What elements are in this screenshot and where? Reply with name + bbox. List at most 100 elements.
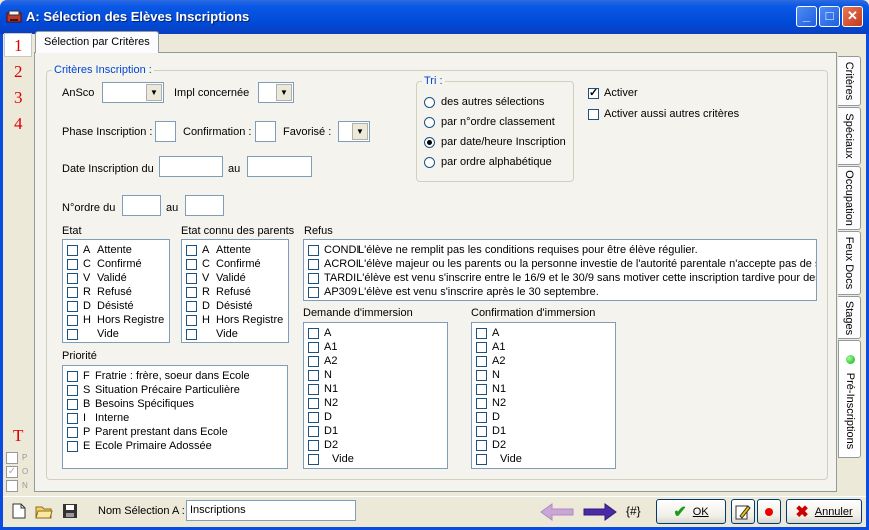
- list-item[interactable]: D1: [472, 424, 615, 438]
- chevron-down-icon[interactable]: ▼: [276, 84, 292, 101]
- list-item[interactable]: V Validé: [63, 271, 169, 285]
- list-item[interactable]: N1: [472, 382, 615, 396]
- etat-parents-list[interactable]: A Attente C Confirmé V Validé R Refusé D Désisté H…: [181, 239, 289, 343]
- checkbox[interactable]: [308, 411, 319, 423]
- tri-option-2[interactable]: par date/heure Inscription: [424, 136, 566, 148]
- checkbox[interactable]: [67, 384, 78, 396]
- o-checkbox[interactable]: ✓: [6, 466, 18, 478]
- list-item[interactable]: P Parent prestant dans Ecole: [63, 425, 287, 439]
- checkbox[interactable]: [476, 397, 487, 409]
- checkbox[interactable]: [186, 300, 197, 312]
- list-item[interactable]: D2: [472, 438, 615, 452]
- list-item[interactable]: ACROI L'élève majeur ou les parents ou la…: [304, 257, 816, 271]
- selection-number-2[interactable]: 2: [14, 62, 23, 82]
- p-checkbox[interactable]: [6, 452, 18, 464]
- list-item[interactable]: N: [304, 368, 447, 382]
- checkbox[interactable]: [67, 300, 78, 312]
- etat-list[interactable]: A Attente C Confirmé V Validé R Refusé D Désisté H…: [62, 239, 170, 343]
- checkbox[interactable]: [308, 355, 319, 367]
- list-item[interactable]: C Confirmé: [63, 257, 169, 271]
- list-item[interactable]: A2: [304, 354, 447, 368]
- nordre-to-input[interactable]: [185, 195, 224, 216]
- list-item[interactable]: Vide: [182, 327, 288, 341]
- arrow-left-icon[interactable]: [540, 503, 574, 521]
- impl-select[interactable]: ▼: [258, 82, 294, 103]
- tab-speciaux[interactable]: Spéciaux: [838, 107, 861, 165]
- list-item[interactable]: D1: [304, 424, 447, 438]
- checkbox[interactable]: [67, 258, 78, 270]
- tri-option-0[interactable]: des autres sélections: [424, 96, 544, 108]
- maximize-button[interactable]: □: [819, 6, 840, 27]
- checkbox[interactable]: [67, 328, 78, 340]
- checkbox[interactable]: [476, 425, 487, 437]
- checkbox[interactable]: [67, 398, 78, 410]
- new-file-icon[interactable]: [12, 503, 26, 519]
- radio-1[interactable]: [424, 116, 435, 128]
- checkbox[interactable]: [308, 341, 319, 353]
- tri-option-3[interactable]: par ordre alphabétique: [424, 156, 552, 168]
- refus-list[interactable]: CONDI L'élève ne remplit pas les conditio…: [303, 239, 817, 301]
- checkbox[interactable]: [476, 327, 487, 339]
- tab-occupation[interactable]: Occupation: [838, 166, 861, 230]
- list-item[interactable]: D: [304, 410, 447, 424]
- checkbox[interactable]: [476, 341, 487, 353]
- close-button[interactable]: ✕: [842, 6, 863, 27]
- checkbox[interactable]: [476, 439, 487, 451]
- checkbox[interactable]: [186, 258, 197, 270]
- ok-button[interactable]: ✔ OK: [656, 499, 726, 524]
- radio-0[interactable]: [424, 96, 435, 108]
- confirmation-input[interactable]: [255, 121, 276, 142]
- selection-number-1[interactable]: 1: [14, 36, 23, 56]
- selection-number-4[interactable]: 4: [14, 114, 23, 134]
- activer-aussi-check[interactable]: [588, 108, 599, 120]
- checkbox[interactable]: [308, 397, 319, 409]
- confirmation-imm-list[interactable]: A A1 A2 N N1 N2 D D1 D2 Vide: [471, 322, 616, 469]
- ansco-select[interactable]: ▼: [102, 82, 164, 103]
- checkbox[interactable]: [186, 286, 197, 298]
- list-item[interactable]: R Refusé: [182, 285, 288, 299]
- checkbox[interactable]: [476, 453, 487, 465]
- checkbox[interactable]: [476, 355, 487, 367]
- checkbox[interactable]: [186, 314, 197, 326]
- date-to-input[interactable]: [247, 156, 312, 177]
- selection-number-3[interactable]: 3: [14, 88, 23, 108]
- list-item[interactable]: AP309 L'élève est venu s'inscrire après l…: [304, 285, 816, 299]
- list-item[interactable]: R Refusé: [63, 285, 169, 299]
- list-item[interactable]: N1: [304, 382, 447, 396]
- edit-button[interactable]: [731, 499, 755, 524]
- favorise-select[interactable]: ▼: [338, 121, 370, 142]
- priorite-list[interactable]: F Fratrie : frère, soeur dans Ecole S Situa…: [62, 365, 288, 469]
- checkbox[interactable]: [308, 327, 319, 339]
- list-item[interactable]: H Hors Registre: [63, 313, 169, 327]
- list-item[interactable]: D2: [304, 438, 447, 452]
- checkbox[interactable]: [476, 383, 487, 395]
- list-item[interactable]: C Confirmé: [182, 257, 288, 271]
- checkbox[interactable]: [308, 383, 319, 395]
- open-folder-icon[interactable]: [35, 503, 53, 519]
- list-item[interactable]: TARDI L'élève est venu s'inscrire entre l…: [304, 271, 816, 285]
- annuler-button[interactable]: ✖ Annuler: [786, 499, 862, 524]
- tab-stages[interactable]: Stages: [838, 296, 861, 339]
- list-item[interactable]: S Situation Précaire Particulière: [63, 383, 287, 397]
- checkbox[interactable]: [67, 314, 78, 326]
- checkbox[interactable]: [476, 369, 487, 381]
- list-item[interactable]: A: [304, 326, 447, 340]
- save-icon[interactable]: [62, 503, 78, 519]
- activer-checkbox[interactable]: ✓ Activer: [588, 87, 638, 99]
- list-item[interactable]: Vide: [472, 452, 615, 466]
- tri-option-1[interactable]: par n°ordre classement: [424, 116, 555, 128]
- checkbox[interactable]: [308, 258, 319, 270]
- checkbox[interactable]: [67, 370, 78, 382]
- list-item[interactable]: N2: [472, 396, 615, 410]
- checkbox[interactable]: [476, 411, 487, 423]
- hash-button[interactable]: {#}: [626, 504, 641, 518]
- list-item[interactable]: I Interne: [63, 411, 287, 425]
- date-from-input[interactable]: [159, 156, 223, 177]
- list-item[interactable]: N2: [304, 396, 447, 410]
- chevron-down-icon[interactable]: ▼: [146, 84, 162, 101]
- phase-input[interactable]: [155, 121, 176, 142]
- checkbox[interactable]: [308, 244, 319, 256]
- tab-criteres[interactable]: Critères: [838, 56, 861, 106]
- list-item[interactable]: N: [472, 368, 615, 382]
- list-item[interactable]: F Fratrie : frère, soeur dans Ecole: [63, 369, 287, 383]
